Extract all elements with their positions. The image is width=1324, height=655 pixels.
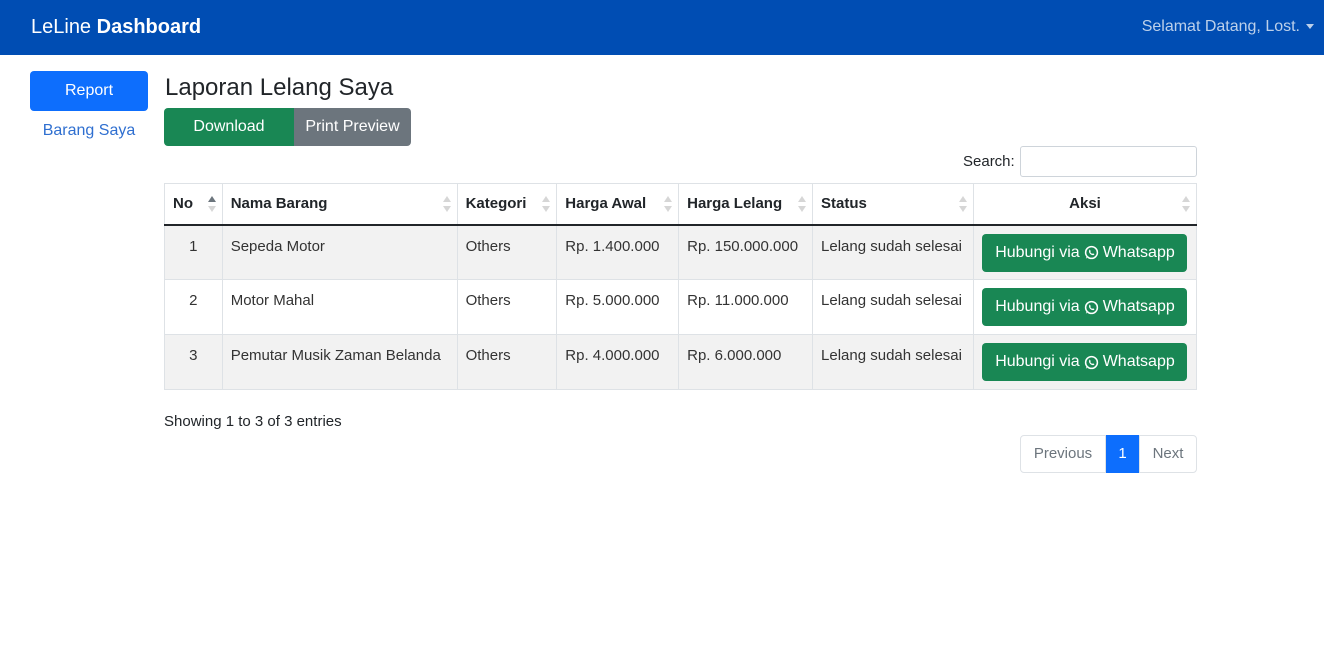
cell-no: 2 bbox=[164, 279, 223, 335]
column-header-aksi[interactable]: Aksi bbox=[972, 183, 1198, 226]
cell-no: 1 bbox=[164, 224, 223, 280]
user-menu-dropdown[interactable]: Selamat Datang, Lost. bbox=[1142, 18, 1314, 36]
brand-prefix: LeLine bbox=[31, 16, 92, 38]
column-header-harga-awal[interactable]: Harga Awal bbox=[556, 183, 680, 226]
table-row: 3 Pemutar Musik Zaman Belanda Others Rp.… bbox=[164, 334, 1198, 390]
wa-button-prefix: Hubungi via bbox=[995, 353, 1080, 370]
cell-harga-awal: Rp. 1.400.000 bbox=[556, 224, 680, 280]
cell-harga-lelang: Rp. 150.000.000 bbox=[678, 224, 814, 280]
wa-button-suffix: Whatsapp bbox=[1102, 353, 1175, 370]
cell-nama-barang: Sepeda Motor bbox=[221, 224, 458, 280]
cell-harga-lelang: Rp. 6.000.000 bbox=[678, 334, 814, 390]
cell-status: Lelang sudah selesai bbox=[812, 279, 974, 335]
table-row: 1 Sepeda Motor Others Rp. 1.400.000 Rp. … bbox=[164, 224, 1198, 280]
column-header-kategori[interactable]: Kategori bbox=[456, 183, 558, 226]
whatsapp-icon bbox=[1084, 245, 1098, 260]
cell-status: Lelang sudah selesai bbox=[812, 334, 974, 390]
search-label: Search: bbox=[963, 153, 1015, 170]
sort-icon bbox=[664, 196, 673, 214]
column-header-no[interactable]: No bbox=[164, 183, 223, 226]
cell-kategori: Others bbox=[456, 224, 558, 280]
caret-down-icon bbox=[1306, 24, 1314, 30]
cell-nama-barang: Motor Mahal bbox=[221, 279, 458, 335]
sort-icon bbox=[798, 196, 807, 214]
whatsapp-icon bbox=[1084, 355, 1098, 369]
print-preview-button[interactable]: Print Preview bbox=[294, 108, 411, 146]
wa-button-suffix: Whatsapp bbox=[1102, 298, 1175, 315]
sidebar-item-barang-saya[interactable]: Barang Saya bbox=[30, 122, 148, 140]
table-info: Showing 1 to 3 of 3 entries bbox=[164, 413, 342, 430]
cell-aksi: Hubungi via Whatsapp bbox=[972, 224, 1198, 280]
auction-report-table: No Nama Barang Kategori Harga Awal Harga… bbox=[164, 183, 1198, 390]
sort-icon bbox=[442, 196, 451, 214]
download-pdf-button[interactable]: Download PDF bbox=[164, 108, 294, 173]
sort-icon bbox=[958, 196, 967, 214]
brand[interactable]: LeLine Dashboard bbox=[31, 16, 201, 39]
page-title: Laporan Lelang Saya bbox=[165, 74, 394, 101]
whatsapp-contact-button[interactable]: Hubungi via Whatsapp bbox=[982, 288, 1188, 326]
cell-aksi: Hubungi via Whatsapp bbox=[972, 279, 1198, 335]
whatsapp-icon bbox=[1084, 300, 1098, 314]
pagination-next[interactable]: Next bbox=[1139, 435, 1197, 473]
cell-aksi: Hubungi via Whatsapp bbox=[972, 334, 1198, 390]
column-header-harga-lelang[interactable]: Harga Lelang bbox=[678, 183, 814, 226]
pagination-previous[interactable]: Previous bbox=[1020, 435, 1106, 473]
sort-icon bbox=[207, 196, 216, 214]
wa-button-prefix: Hubungi via bbox=[995, 243, 1080, 261]
navbar: LeLine Dashboard Selamat Datang, Lost. bbox=[0, 0, 1324, 55]
cell-harga-awal: Rp. 5.000.000 bbox=[556, 279, 680, 335]
whatsapp-contact-button[interactable]: Hubungi via Whatsapp bbox=[982, 343, 1188, 381]
cell-status: Lelang sudah selesai bbox=[812, 224, 974, 280]
cell-kategori: Others bbox=[456, 334, 558, 390]
whatsapp-contact-button[interactable]: Hubungi via Whatsapp bbox=[982, 233, 1188, 272]
sort-icon bbox=[1182, 196, 1190, 214]
sort-icon bbox=[542, 196, 551, 214]
table-row: 2 Motor Mahal Others Rp. 5.000.000 Rp. 1… bbox=[164, 279, 1198, 335]
pagination-page-1[interactable]: 1 bbox=[1106, 435, 1139, 473]
search-input[interactable] bbox=[1020, 146, 1197, 177]
cell-kategori: Others bbox=[456, 279, 558, 335]
cell-no: 3 bbox=[164, 334, 223, 390]
cell-harga-awal: Rp. 4.000.000 bbox=[556, 334, 680, 390]
cell-harga-lelang: Rp. 11.000.000 bbox=[678, 279, 814, 335]
pagination: Previous 1 Next bbox=[1020, 435, 1197, 473]
wa-button-prefix: Hubungi via bbox=[995, 298, 1080, 315]
column-header-status[interactable]: Status bbox=[812, 183, 974, 226]
brand-bold: Dashboard bbox=[96, 16, 202, 38]
export-button-group: Download PDF Print Preview bbox=[164, 108, 411, 173]
cell-nama-barang: Pemutar Musik Zaman Belanda bbox=[221, 334, 458, 390]
sidebar-item-report[interactable]: Report bbox=[30, 71, 148, 111]
table-header-row: No Nama Barang Kategori Harga Awal Harga… bbox=[164, 183, 1198, 226]
user-menu-label: Selamat Datang, Lost. bbox=[1141, 18, 1300, 35]
column-header-nama-barang[interactable]: Nama Barang bbox=[221, 183, 458, 226]
wa-button-suffix: Whatsapp bbox=[1102, 243, 1175, 261]
